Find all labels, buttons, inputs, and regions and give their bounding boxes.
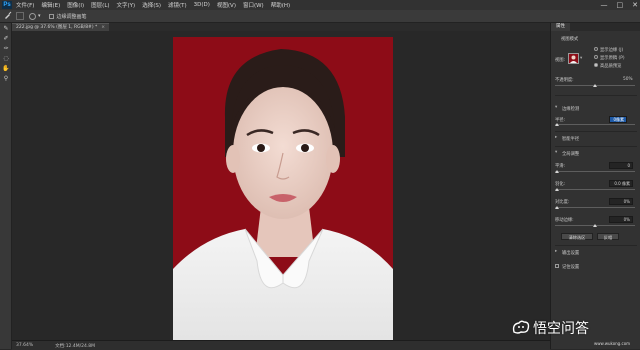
brush-tool-preset-icon[interactable] (4, 11, 12, 21)
output-settings-toggle-icon[interactable]: ▸ (555, 249, 557, 254)
smooth-label: 平滑: (555, 164, 566, 169)
close-window-button[interactable]: ✕ (632, 1, 638, 9)
hand-icon[interactable]: ✋ (2, 65, 10, 73)
maximize-button[interactable]: □ (617, 1, 624, 9)
edge-detection-toggle-icon[interactable]: ▾ (555, 105, 557, 110)
feather-input[interactable]: 0.0 像素 (609, 180, 633, 187)
opacity-slider-thumb[interactable] (593, 84, 597, 87)
show-original-radio[interactable] (594, 55, 598, 59)
view-label: 视图: (555, 58, 566, 63)
properties-panel: 属性 视图模式 视图: ▾ 显示边缘 (J) 显示原稿 (P) 高品质预览 不透… (550, 23, 640, 349)
watermark-url: www.wukong.com (594, 341, 631, 346)
document-tab-label: 222.jpg @ 37.6% (图层 1, RGB/8#) * (16, 25, 98, 30)
refine-radius-icon[interactable]: ✐ (2, 35, 10, 43)
radius-slider[interactable] (555, 124, 635, 125)
divider (555, 131, 637, 132)
global-refine-header: 全局调整 (562, 152, 580, 157)
opacity-label: 不透明度: (555, 78, 574, 83)
invert-button[interactable]: 反相 (597, 233, 619, 240)
global-refine-toggle-icon[interactable]: ▾ (555, 150, 557, 155)
smart-radius-checkbox[interactable]: ▸ (555, 135, 557, 140)
contrast-slider[interactable] (555, 207, 635, 208)
radius-input[interactable]: 0像素 (609, 116, 627, 123)
canvas-area[interactable] (12, 31, 550, 340)
window-controls: — □ ✕ (601, 0, 639, 10)
panel-tab-bar: 属性 (551, 23, 640, 31)
document-info: 文档:12.4M/24.8M (55, 343, 96, 349)
minimize-button[interactable]: — (601, 1, 608, 9)
watermark: 悟空问答 (512, 318, 589, 338)
options-bar: ▾ 边缘调整画笔 (0, 10, 640, 23)
divider (555, 146, 637, 147)
menu-bar: Ps 文件(F) 编辑(E) 图像(I) 图层(L) 文字(Y) 选择(S) 滤… (0, 0, 640, 10)
edge-refine-label: 边缘调整画笔 (56, 13, 87, 20)
menu-layer[interactable]: 图层(L) (91, 1, 109, 9)
view-mode-thumbnail[interactable] (568, 53, 579, 64)
menu-file[interactable]: 文件(F) (16, 1, 34, 9)
shift-edge-input[interactable]: 0% (609, 216, 633, 223)
smooth-slider-thumb[interactable] (555, 170, 559, 173)
view-mode-header: 视图模式 (561, 37, 579, 42)
portrait-illustration (173, 37, 393, 340)
view-dropdown-icon[interactable]: ▾ (580, 56, 582, 61)
brush-icon[interactable]: ✑ (2, 45, 10, 53)
show-edge-radio[interactable] (594, 47, 598, 51)
divider (555, 95, 637, 96)
contrast-input[interactable]: 0% (609, 198, 633, 205)
output-settings-header: 输出设置 (562, 251, 580, 256)
quick-selection-icon[interactable]: ✎ (2, 25, 10, 33)
radius-slider-thumb[interactable] (555, 123, 559, 126)
brush-size-icon[interactable] (29, 12, 36, 20)
smart-radius-label: 智能半径 (562, 137, 580, 142)
zoom-level[interactable]: 37.64% (16, 343, 33, 348)
menu-edit[interactable]: 编辑(E) (41, 1, 60, 9)
menu-filter[interactable]: 滤镜(T) (168, 1, 187, 9)
menu-window[interactable]: 窗口(W) (243, 1, 264, 9)
contrast-label: 对比度: (555, 200, 570, 205)
opacity-value[interactable]: 50% (623, 77, 633, 82)
edge-detection-header: 边缘检测 (562, 107, 580, 112)
wukong-logo-icon (512, 320, 530, 336)
menu-help[interactable]: 帮助(H) (271, 1, 290, 9)
high-quality-preview-radio[interactable] (594, 63, 598, 67)
menu-3d[interactable]: 3D(D) (194, 2, 210, 8)
high-quality-preview-label: 高品质预览 (600, 64, 622, 69)
watermark-text: 悟空问答 (533, 321, 589, 337)
document-tab-bar: 222.jpg @ 37.6% (图层 1, RGB/8#) * × (12, 23, 550, 31)
add-mode-icon[interactable] (16, 12, 24, 20)
lasso-icon[interactable]: ◌ (2, 55, 10, 63)
menu-type[interactable]: 文字(Y) (117, 1, 136, 9)
close-tab-icon[interactable]: × (101, 25, 105, 30)
edge-refine-checkbox[interactable] (48, 13, 54, 19)
tab-properties[interactable]: 属性 (551, 23, 570, 31)
feather-slider[interactable] (555, 189, 635, 190)
shift-edge-slider-thumb[interactable] (593, 224, 597, 227)
photoshop-logo: Ps (2, 1, 12, 9)
feather-slider-thumb[interactable] (555, 188, 559, 191)
show-original-label: 显示原稿 (P) (600, 56, 625, 61)
menu-select[interactable]: 选择(S) (142, 1, 161, 9)
contrast-slider-thumb[interactable] (555, 206, 559, 209)
remember-settings-checkbox[interactable] (555, 264, 559, 268)
smooth-slider[interactable] (555, 171, 635, 172)
divider (555, 245, 637, 246)
chevron-down-icon[interactable]: ▾ (38, 13, 41, 19)
portrait-photo[interactable] (173, 37, 393, 340)
menu-image[interactable]: 图像(I) (67, 1, 84, 9)
remember-settings-label: 记住设置 (562, 265, 580, 270)
smooth-input[interactable]: 0 (609, 162, 633, 169)
feather-label: 羽化: (555, 182, 566, 187)
clear-selection-button[interactable]: 清除选区 (561, 233, 593, 240)
document-tab[interactable]: 222.jpg @ 37.6% (图层 1, RGB/8#) * × (12, 23, 110, 31)
zoom-icon[interactable]: ⚲ (2, 75, 10, 83)
menu-view[interactable]: 视图(V) (217, 1, 236, 9)
shift-edge-label: 移动边缘: (555, 218, 574, 223)
show-edge-label: 显示边缘 (J) (600, 48, 624, 53)
toolbox: ✎ ✐ ✑ ◌ ✋ ⚲ (0, 23, 12, 349)
